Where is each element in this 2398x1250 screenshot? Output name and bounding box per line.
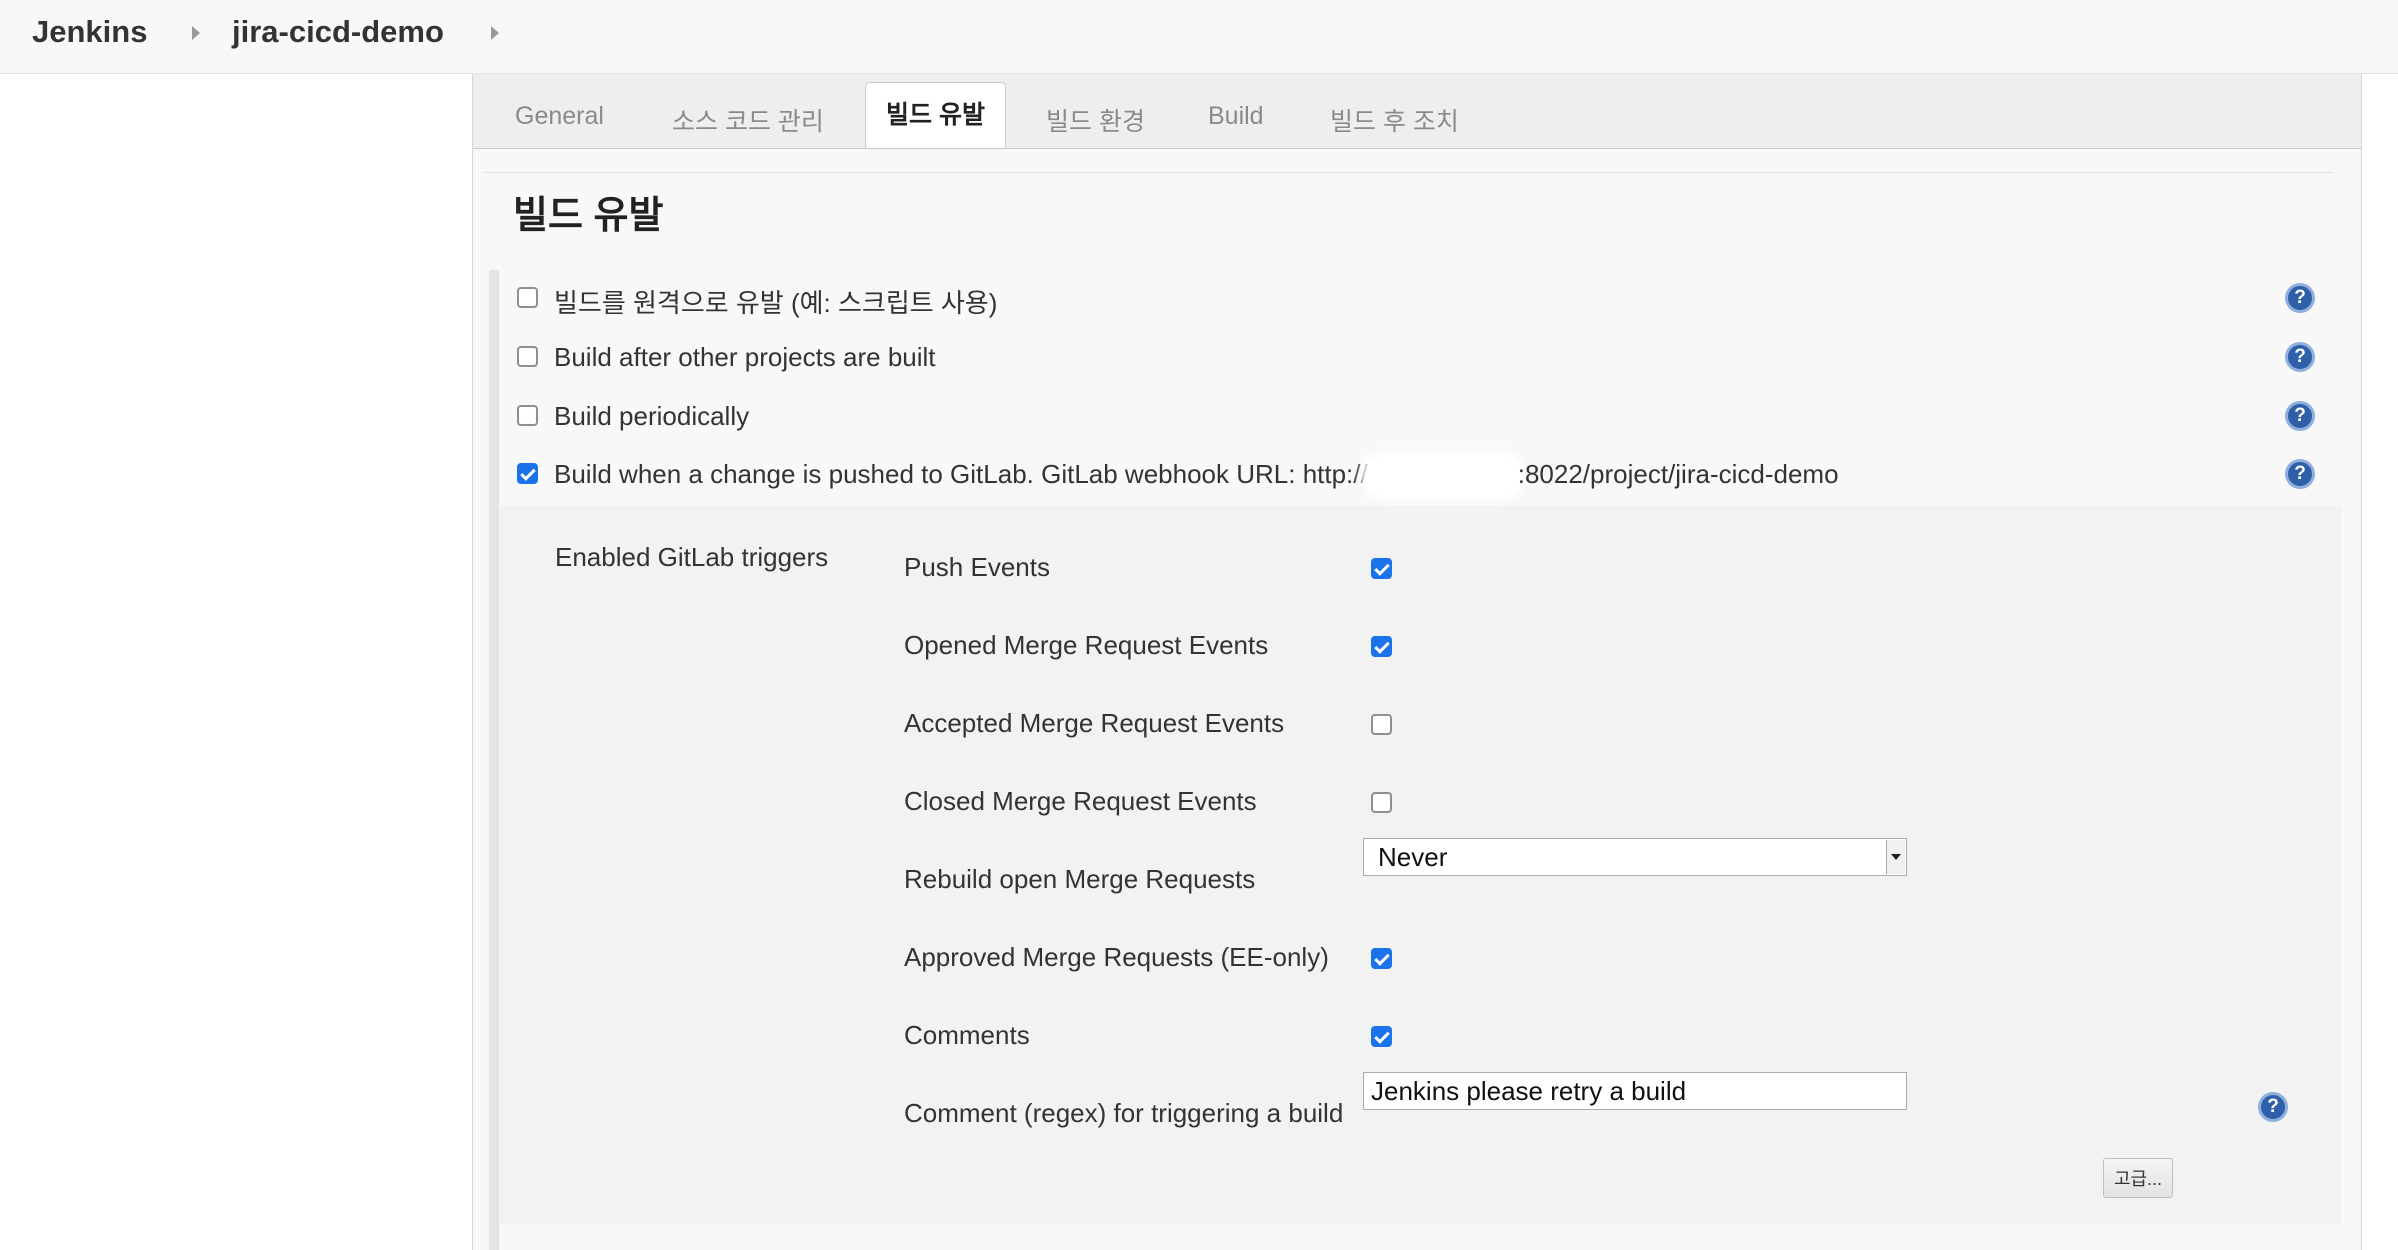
accepted-mr-events-label: Accepted Merge Request Events (904, 708, 1285, 738)
accepted-mr-events-checkbox[interactable] (1371, 714, 1392, 735)
section-title: 빌드 유발 (513, 195, 664, 237)
approved-mr-checkbox[interactable] (1371, 948, 1392, 969)
trigger-periodically-label: Build periodically (554, 401, 750, 431)
section-indent-bar (489, 270, 499, 1250)
push-events-checkbox[interactable] (1371, 558, 1392, 579)
redacted-host (1367, 459, 1518, 494)
tab-general[interactable]: General (515, 102, 604, 131)
tab-build-triggers[interactable]: 빌드 유발 (865, 82, 1006, 148)
tab-post-build-actions[interactable]: 빌드 후 조치 (1330, 102, 1459, 138)
help-icon[interactable]: ? (2285, 401, 2315, 431)
breadcrumb-project[interactable]: jira-cicd-demo (232, 14, 444, 50)
chevron-right-icon[interactable] (491, 26, 499, 40)
tab-source-code-management[interactable]: 소스 코드 관리 (672, 102, 824, 138)
breadcrumb-jenkins[interactable]: Jenkins (32, 14, 147, 50)
config-panel: General 소스 코드 관리 빌드 유발 빌드 환경 Build 빌드 후 … (472, 74, 2362, 1250)
chevron-right-icon[interactable] (192, 26, 200, 40)
tab-build-environment[interactable]: 빌드 환경 (1046, 102, 1145, 138)
comments-label: Comments (904, 1020, 1030, 1050)
comment-regex-input[interactable] (1363, 1072, 1907, 1110)
advanced-button[interactable]: 고급... (2103, 1158, 2173, 1198)
gitlab-triggers-heading: Enabled GitLab triggers (555, 542, 829, 572)
tab-bar: General 소스 코드 관리 빌드 유발 빌드 환경 Build 빌드 후 … (473, 74, 2361, 149)
trigger-periodically-checkbox[interactable] (517, 405, 538, 426)
closed-mr-events-checkbox[interactable] (1371, 792, 1392, 813)
rebuild-open-mr-value: Never (1378, 842, 1448, 872)
push-events-label: Push Events (904, 552, 1050, 582)
rebuild-open-mr-label: Rebuild open Merge Requests (904, 864, 1256, 894)
breadcrumb-bar: Jenkins jira-cicd-demo (0, 0, 2398, 74)
dropdown-arrow-icon[interactable] (1886, 840, 1905, 874)
help-icon[interactable]: ? (2258, 1092, 2288, 1122)
opened-mr-events-label: Opened Merge Request Events (904, 630, 1269, 660)
trigger-gitlab-push-checkbox[interactable] (517, 463, 538, 484)
help-icon[interactable]: ? (2285, 342, 2315, 372)
trigger-remote-checkbox[interactable] (517, 287, 538, 308)
webhook-url-suffix: :8022/project/jira-cicd-demo (1517, 459, 1839, 489)
trigger-remote-label: 빌드를 원격으로 유발 (예: 스크립트 사용) (554, 288, 998, 318)
help-icon[interactable]: ? (2285, 459, 2315, 489)
trigger-after-other-projects-checkbox[interactable] (517, 346, 538, 367)
comments-checkbox[interactable] (1371, 1026, 1392, 1047)
opened-mr-events-checkbox[interactable] (1371, 636, 1392, 657)
webhook-url-prefix: Build when a change is pushed to GitLab.… (554, 459, 1368, 489)
section-divider (485, 172, 2333, 173)
tab-build[interactable]: Build (1208, 102, 1264, 131)
closed-mr-events-label: Closed Merge Request Events (904, 786, 1257, 816)
rebuild-open-mr-select[interactable]: Never (1363, 838, 1907, 876)
trigger-after-other-projects-label: Build after other projects are built (554, 342, 936, 372)
comment-regex-label: Comment (regex) for triggering a build (904, 1098, 1344, 1128)
approved-mr-label: Approved Merge Requests (EE-only) (904, 942, 1329, 972)
help-icon[interactable]: ? (2285, 283, 2315, 313)
trigger-gitlab-push-label: Build when a change is pushed to GitLab.… (554, 459, 1839, 494)
side-panel (0, 74, 472, 1250)
